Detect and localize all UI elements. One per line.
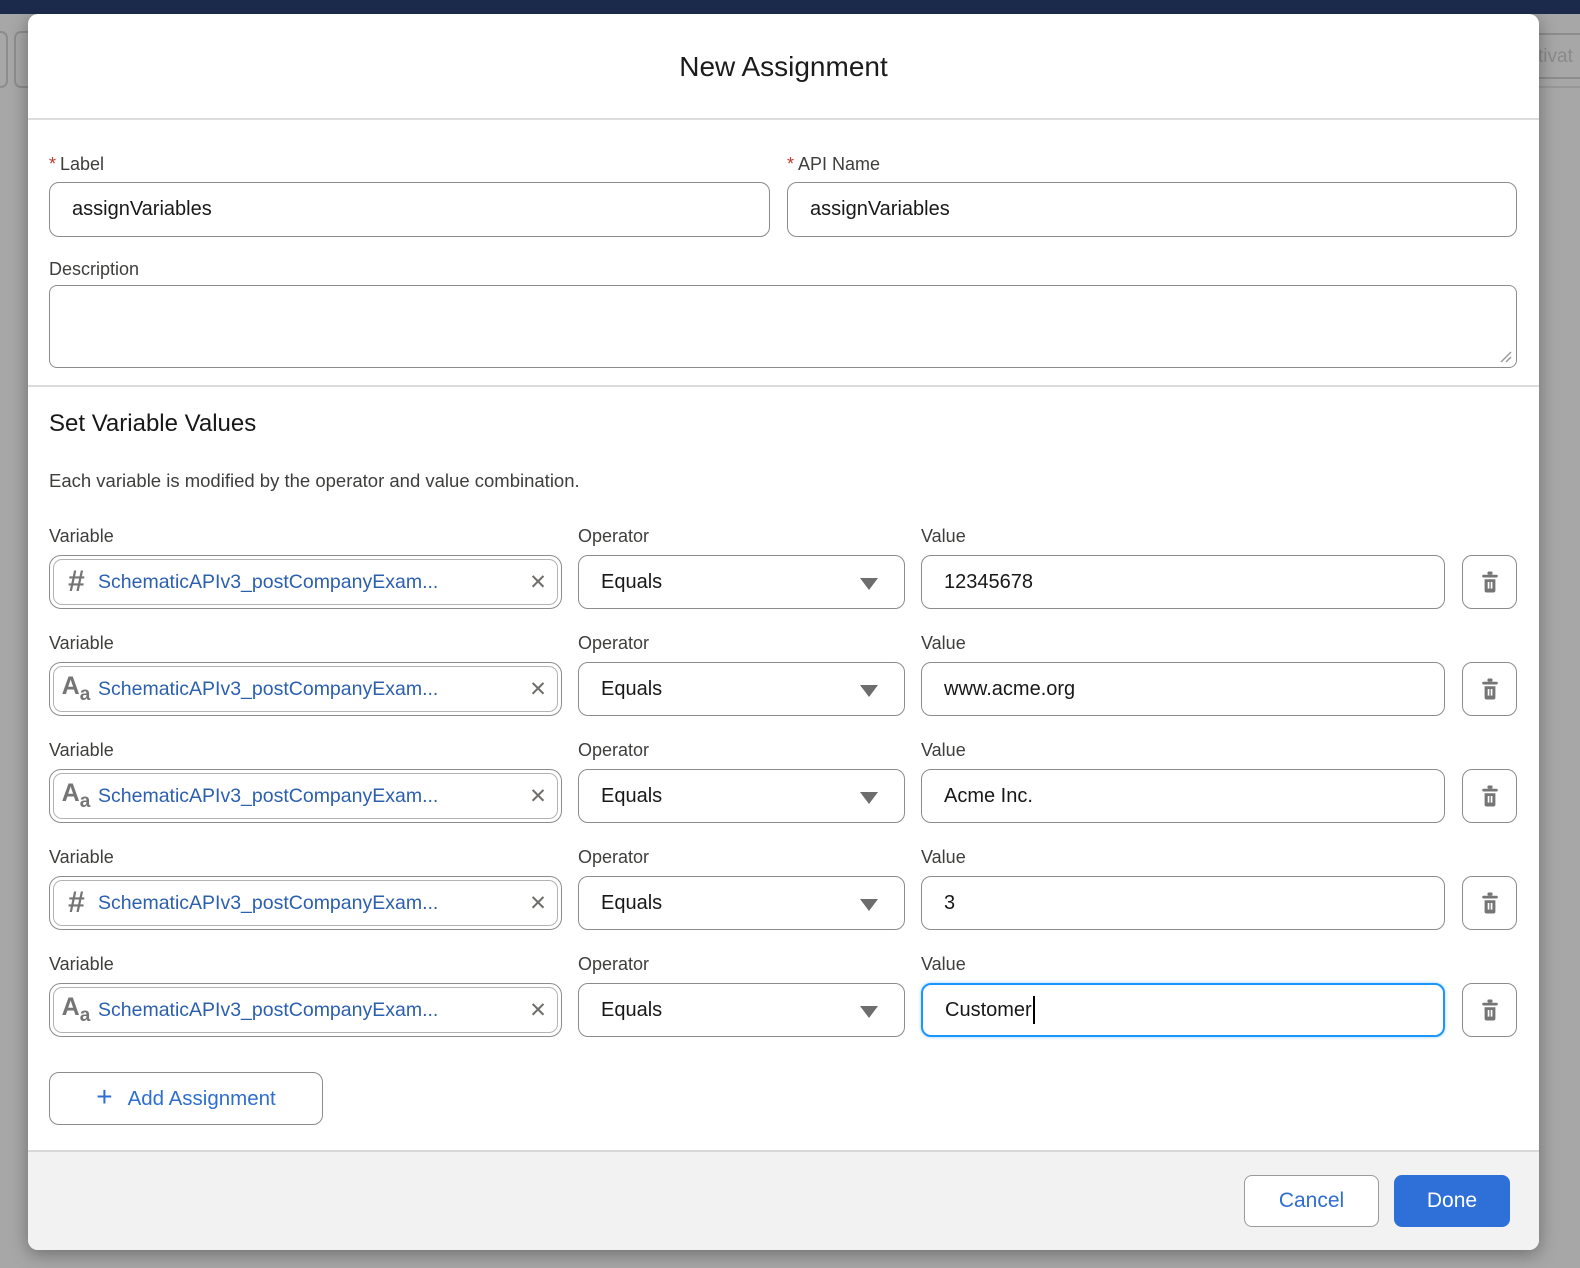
app-header-bar [0, 0, 1580, 14]
value-input[interactable]: www.acme.org [921, 662, 1445, 716]
trash-icon [1479, 570, 1501, 594]
operator-column-label: Operator [578, 633, 905, 654]
number-icon: # [54, 565, 98, 599]
delete-row-button[interactable] [1462, 983, 1517, 1037]
number-icon: # [54, 886, 98, 920]
header-divider [28, 118, 1539, 120]
variable-combobox[interactable]: Aa SchematicAPIv3_postCompanyExam... ✕ [49, 983, 562, 1037]
remove-variable-icon[interactable]: ✕ [519, 677, 557, 702]
trash-icon [1479, 891, 1501, 915]
plus-icon: + [96, 1083, 112, 1111]
description-textarea[interactable] [49, 285, 1517, 368]
assignment-row: Variable Operator Value # SchematicAPIv3… [49, 526, 1517, 609]
dropdown-arrow-icon [860, 1006, 878, 1018]
variable-pill-label: SchematicAPIv3_postCompanyExam... [98, 571, 519, 594]
variable-column-label: Variable [49, 847, 562, 868]
operator-column-label: Operator [578, 954, 905, 975]
value-input[interactable]: 3 [921, 876, 1445, 930]
remove-variable-icon[interactable]: ✕ [519, 998, 557, 1023]
dropdown-arrow-icon [860, 685, 878, 697]
add-assignment-button[interactable]: + Add Assignment [49, 1072, 323, 1125]
value-column-label: Value [921, 740, 1445, 761]
delete-row-button[interactable] [1462, 876, 1517, 930]
value-column-label: Value [921, 633, 1445, 654]
variable-combobox[interactable]: Aa SchematicAPIv3_postCompanyExam... ✕ [49, 662, 562, 716]
value-input[interactable]: Customer [921, 983, 1445, 1037]
label-input[interactable]: assignVariables [49, 182, 770, 237]
variable-pill: Aa SchematicAPIv3_postCompanyExam... ✕ [53, 773, 558, 819]
text-icon: Aa [54, 993, 98, 1027]
operator-column-label: Operator [578, 740, 905, 761]
operator-column-label: Operator [578, 526, 905, 547]
remove-variable-icon[interactable]: ✕ [519, 784, 557, 809]
variable-pill: Aa SchematicAPIv3_postCompanyExam... ✕ [53, 666, 558, 712]
value-input[interactable]: Acme Inc. [921, 769, 1445, 823]
remove-variable-icon[interactable]: ✕ [519, 570, 557, 595]
operator-select[interactable]: Equals [578, 555, 905, 609]
label-field-label: *Label [49, 154, 104, 175]
value-column-label: Value [921, 847, 1445, 868]
text-cursor [1033, 996, 1035, 1024]
activate-button-partial: tivat [1534, 33, 1580, 79]
delete-row-button[interactable] [1462, 662, 1517, 716]
variable-pill: # SchematicAPIv3_postCompanyExam... ✕ [53, 880, 558, 926]
modal-header: New Assignment [28, 14, 1539, 118]
section-heading: Set Variable Values [49, 410, 256, 438]
trash-icon [1479, 998, 1501, 1022]
required-asterisk: * [787, 154, 794, 174]
new-assignment-modal: New Assignment *Label assignVariables *A… [28, 14, 1539, 1250]
value-input[interactable]: 12345678 [921, 555, 1445, 609]
operator-select[interactable]: Equals [578, 876, 905, 930]
description-field-label: Description [49, 259, 139, 280]
api-name-field-label: *API Name [787, 154, 880, 175]
variable-column-label: Variable [49, 526, 562, 547]
assignment-rows: Variable Operator Value # SchematicAPIv3… [49, 526, 1517, 1061]
required-asterisk: * [49, 154, 56, 174]
operator-column-label: Operator [578, 847, 905, 868]
variable-combobox[interactable]: # SchematicAPIv3_postCompanyExam... ✕ [49, 555, 562, 609]
variable-pill-label: SchematicAPIv3_postCompanyExam... [98, 999, 519, 1022]
assignment-row: Variable Operator Value Aa SchematicAPIv… [49, 633, 1517, 716]
trash-icon [1479, 677, 1501, 701]
text-icon: Aa [54, 779, 98, 813]
resize-handle-icon[interactable] [1499, 350, 1512, 363]
variable-pill-label: SchematicAPIv3_postCompanyExam... [98, 678, 519, 701]
modal-title: New Assignment [28, 14, 1539, 120]
assignment-row: Variable Operator Value Aa SchematicAPIv… [49, 954, 1517, 1037]
variable-combobox[interactable]: Aa SchematicAPIv3_postCompanyExam... ✕ [49, 769, 562, 823]
dropdown-arrow-icon [860, 792, 878, 804]
operator-select[interactable]: Equals [578, 662, 905, 716]
variable-column-label: Variable [49, 740, 562, 761]
assignment-row: Variable Operator Value # SchematicAPIv3… [49, 847, 1517, 930]
variable-pill-label: SchematicAPIv3_postCompanyExam... [98, 892, 519, 915]
value-column-label: Value [921, 954, 1445, 975]
trash-icon [1479, 784, 1501, 808]
dropdown-arrow-icon [860, 578, 878, 590]
variable-pill: # SchematicAPIv3_postCompanyExam... ✕ [53, 559, 558, 605]
modal-footer: Cancel Done [28, 1150, 1539, 1250]
dropdown-arrow-icon [860, 899, 878, 911]
operator-select[interactable]: Equals [578, 769, 905, 823]
value-column-label: Value [921, 526, 1445, 547]
api-name-input[interactable]: assignVariables [787, 182, 1517, 237]
done-button[interactable]: Done [1394, 1175, 1510, 1227]
assignment-row: Variable Operator Value Aa SchematicAPIv… [49, 740, 1517, 823]
variable-column-label: Variable [49, 954, 562, 975]
section-subtext: Each variable is modified by the operato… [49, 470, 580, 492]
section-divider [28, 385, 1539, 387]
delete-row-button[interactable] [1462, 555, 1517, 609]
variable-pill: Aa SchematicAPIv3_postCompanyExam... ✕ [53, 987, 558, 1033]
remove-variable-icon[interactable]: ✕ [519, 891, 557, 916]
text-icon: Aa [54, 672, 98, 706]
cancel-button[interactable]: Cancel [1244, 1175, 1379, 1227]
background-toolbar-button [0, 31, 8, 88]
variable-pill-label: SchematicAPIv3_postCompanyExam... [98, 785, 519, 808]
variable-column-label: Variable [49, 633, 562, 654]
operator-select[interactable]: Equals [578, 983, 905, 1037]
delete-row-button[interactable] [1462, 769, 1517, 823]
variable-combobox[interactable]: # SchematicAPIv3_postCompanyExam... ✕ [49, 876, 562, 930]
background-toolbar-divider [1534, 86, 1580, 88]
